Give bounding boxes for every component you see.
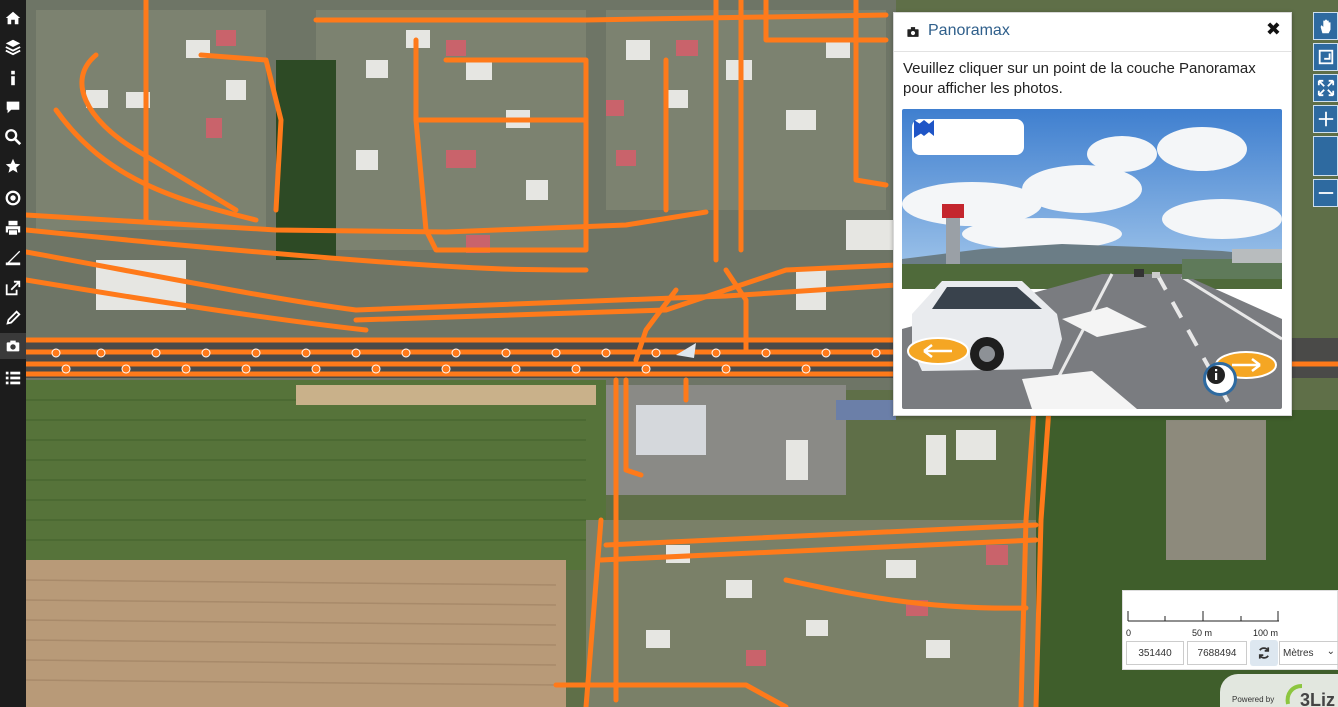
locate-icon[interactable] — [0, 185, 26, 211]
scale-bar — [1127, 611, 1279, 622]
right-toolbar — [1313, 12, 1338, 210]
panoramax-title: Panoramax — [928, 22, 1010, 39]
coordinate-y-field[interactable] — [1187, 641, 1247, 665]
scale-coordinates-box: 0 50 m 100 m Mètres ⌄ — [1122, 590, 1338, 670]
zoom-extent-icon[interactable] — [1313, 74, 1338, 102]
camera-icon[interactable] — [0, 333, 26, 359]
pan-icon[interactable] — [1313, 12, 1338, 40]
search-icon[interactable] — [0, 124, 26, 150]
info-icon — [1207, 366, 1225, 384]
photo-info-button[interactable] — [1203, 362, 1237, 396]
unit-select[interactable]: Mètres ⌄ — [1279, 641, 1338, 665]
chevron-down-icon: ⌄ — [1326, 646, 1335, 657]
measure-icon[interactable] — [0, 245, 26, 271]
share-icon[interactable] — [0, 275, 26, 301]
zoom-in-icon[interactable] — [1313, 105, 1338, 133]
panorama-viewer[interactable] — [902, 109, 1282, 409]
panoramax-panel: Panoramax ✖ Veuillez cliquer sur un poin… — [893, 12, 1292, 416]
panoramax-instruction: Veuillez cliquer sur un point de la couc… — [903, 60, 1256, 97]
camera-icon — [907, 27, 919, 37]
home-icon[interactable] — [0, 5, 26, 31]
powered-by-badge[interactable]: Powered by 3Liz — [1220, 674, 1338, 707]
zoom-out-icon[interactable] — [1313, 179, 1338, 207]
scale-label-50: 50 m — [1192, 628, 1213, 638]
edit-icon[interactable] — [0, 305, 26, 331]
powered-by-text: Powered by — [1232, 695, 1275, 704]
star-icon[interactable] — [0, 153, 26, 179]
panoramax-header: Panoramax ✖ — [894, 13, 1291, 52]
coordinate-x-field[interactable] — [1126, 641, 1184, 665]
zoom-box-icon[interactable] — [1313, 43, 1338, 71]
list-icon[interactable] — [0, 365, 26, 391]
left-toolbar — [0, 0, 26, 707]
refresh-coordinates-button[interactable] — [1250, 640, 1278, 666]
comment-icon[interactable] — [0, 94, 26, 120]
zoom-slider[interactable] — [1313, 136, 1338, 176]
3liz-logo: 3Liz — [1285, 684, 1335, 707]
layers-icon[interactable] — [0, 34, 26, 60]
playback-controls — [912, 119, 1024, 155]
close-button[interactable]: ✖ — [1266, 19, 1281, 40]
print-icon[interactable] — [0, 215, 26, 241]
app-root: Panoramax ✖ Veuillez cliquer sur un poin… — [0, 0, 1338, 707]
svg-text:3Liz: 3Liz — [1300, 690, 1335, 707]
info-icon[interactable] — [0, 65, 26, 91]
unit-select-value: Mètres — [1283, 647, 1314, 659]
scale-label-100: 100 m — [1253, 628, 1279, 638]
scale-label-0: 0 — [1126, 628, 1132, 638]
refresh-icon — [1258, 647, 1270, 659]
